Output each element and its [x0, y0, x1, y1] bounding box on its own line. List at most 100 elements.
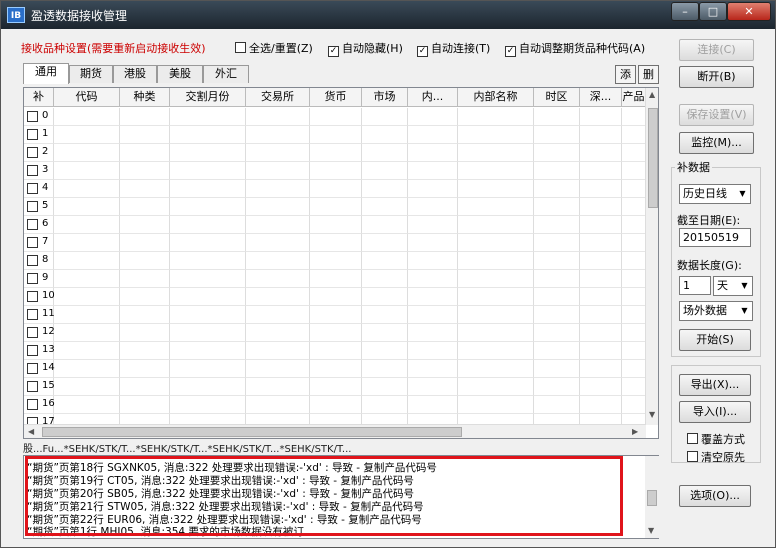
checkbox-box[interactable] [235, 42, 246, 53]
table-cell[interactable] [120, 198, 170, 216]
table-cell[interactable] [534, 162, 580, 180]
table-cell[interactable] [170, 396, 246, 414]
table-cell[interactable] [246, 216, 310, 234]
end-date-input[interactable]: 20150519 [679, 228, 751, 247]
table-cell[interactable] [622, 414, 646, 424]
table-cell[interactable] [54, 396, 120, 414]
connect-button[interactable]: 连接(C) [679, 39, 754, 61]
table-cell[interactable] [534, 288, 580, 306]
table-cell[interactable] [534, 198, 580, 216]
table-cell[interactable] [246, 126, 310, 144]
table-cell[interactable] [54, 360, 120, 378]
table-cell[interactable] [54, 162, 120, 180]
table-cell[interactable] [458, 198, 534, 216]
table-cell[interactable] [362, 306, 408, 324]
table-cell[interactable] [534, 414, 580, 424]
table-cell[interactable] [170, 126, 246, 144]
checkbox-box[interactable]: ✓ [505, 46, 516, 57]
table-cell[interactable] [534, 180, 580, 198]
table-cell[interactable] [120, 216, 170, 234]
table-cell[interactable] [408, 144, 458, 162]
start-button[interactable]: 开始(S) [679, 329, 751, 351]
table-cell[interactable] [54, 180, 120, 198]
table-cell[interactable] [458, 288, 534, 306]
row-select-cell[interactable]: 11 [24, 306, 55, 324]
row-checkbox[interactable] [27, 183, 38, 194]
table-cell[interactable] [246, 360, 310, 378]
table-row[interactable]: 13 [24, 342, 646, 360]
table-cell[interactable] [622, 306, 646, 324]
table-cell[interactable] [170, 216, 246, 234]
row-checkbox[interactable] [27, 381, 38, 392]
table-cell[interactable] [54, 216, 120, 234]
row-checkbox[interactable] [27, 273, 38, 284]
table-cell[interactable] [458, 108, 534, 126]
table-cell[interactable] [246, 342, 310, 360]
table-cell[interactable] [622, 234, 646, 252]
table-row[interactable]: 10 [24, 288, 646, 306]
market-type-select[interactable]: 场外数据 ▼ [679, 301, 753, 321]
table-cell[interactable] [622, 288, 646, 306]
table-cell[interactable] [622, 378, 646, 396]
auto-hide-checkbox[interactable]: ✓ 自动隐藏(H) [328, 40, 403, 57]
checkbox-box[interactable] [687, 451, 698, 462]
table-cell[interactable] [170, 198, 246, 216]
table-cell[interactable] [408, 198, 458, 216]
table-cell[interactable] [458, 234, 534, 252]
table-cell[interactable] [362, 180, 408, 198]
row-select-cell[interactable]: 14 [24, 360, 55, 378]
table-cell[interactable] [458, 360, 534, 378]
table-cell[interactable] [534, 360, 580, 378]
table-row[interactable]: 5 [24, 198, 646, 216]
table-cell[interactable] [246, 414, 310, 424]
table-cell[interactable] [622, 216, 646, 234]
table-cell[interactable] [362, 414, 408, 424]
table-row[interactable]: 0 [24, 108, 646, 126]
table-cell[interactable] [246, 234, 310, 252]
title-bar[interactable]: IB 盈透数据接收管理 – □ ✕ [1, 1, 775, 29]
table-cell[interactable] [54, 288, 120, 306]
maximize-button[interactable]: □ [699, 2, 727, 21]
column-header[interactable]: 内... [408, 88, 458, 107]
table-cell[interactable] [408, 270, 458, 288]
table-cell[interactable] [408, 360, 458, 378]
table-cell[interactable] [362, 216, 408, 234]
table-cell[interactable] [310, 396, 362, 414]
table-cell[interactable] [458, 306, 534, 324]
table-cell[interactable] [310, 144, 362, 162]
table-cell[interactable] [120, 360, 170, 378]
table-cell[interactable] [120, 324, 170, 342]
table-cell[interactable] [246, 180, 310, 198]
table-cell[interactable] [170, 378, 246, 396]
table-cell[interactable] [54, 234, 120, 252]
table-cell[interactable] [310, 234, 362, 252]
column-header[interactable]: 市场 [362, 88, 408, 107]
table-cell[interactable] [534, 144, 580, 162]
export-button[interactable]: 导出(X)... [679, 374, 751, 396]
table-cell[interactable] [54, 144, 120, 162]
column-header[interactable]: 内部名称 [458, 88, 534, 107]
options-button[interactable]: 选项(O)... [679, 485, 751, 507]
table-cell[interactable] [580, 288, 622, 306]
table-cell[interactable] [458, 396, 534, 414]
row-checkbox[interactable] [27, 417, 38, 424]
table-row[interactable]: 15 [24, 378, 646, 396]
table-row[interactable]: 16 [24, 396, 646, 414]
table-cell[interactable] [580, 162, 622, 180]
table-cell[interactable] [120, 126, 170, 144]
column-header[interactable]: 种类 [120, 88, 170, 107]
table-cell[interactable] [580, 342, 622, 360]
table-row[interactable]: 12 [24, 324, 646, 342]
table-cell[interactable] [310, 270, 362, 288]
log-scrollbar[interactable]: ▼ [645, 456, 659, 538]
table-cell[interactable] [54, 252, 120, 270]
table-row[interactable]: 3 [24, 162, 646, 180]
table-cell[interactable] [458, 180, 534, 198]
table-cell[interactable] [246, 396, 310, 414]
table-cell[interactable] [580, 306, 622, 324]
table-cell[interactable] [458, 144, 534, 162]
table-cell[interactable] [458, 324, 534, 342]
table-cell[interactable] [534, 306, 580, 324]
scroll-thumb[interactable] [647, 490, 657, 506]
table-cell[interactable] [170, 324, 246, 342]
